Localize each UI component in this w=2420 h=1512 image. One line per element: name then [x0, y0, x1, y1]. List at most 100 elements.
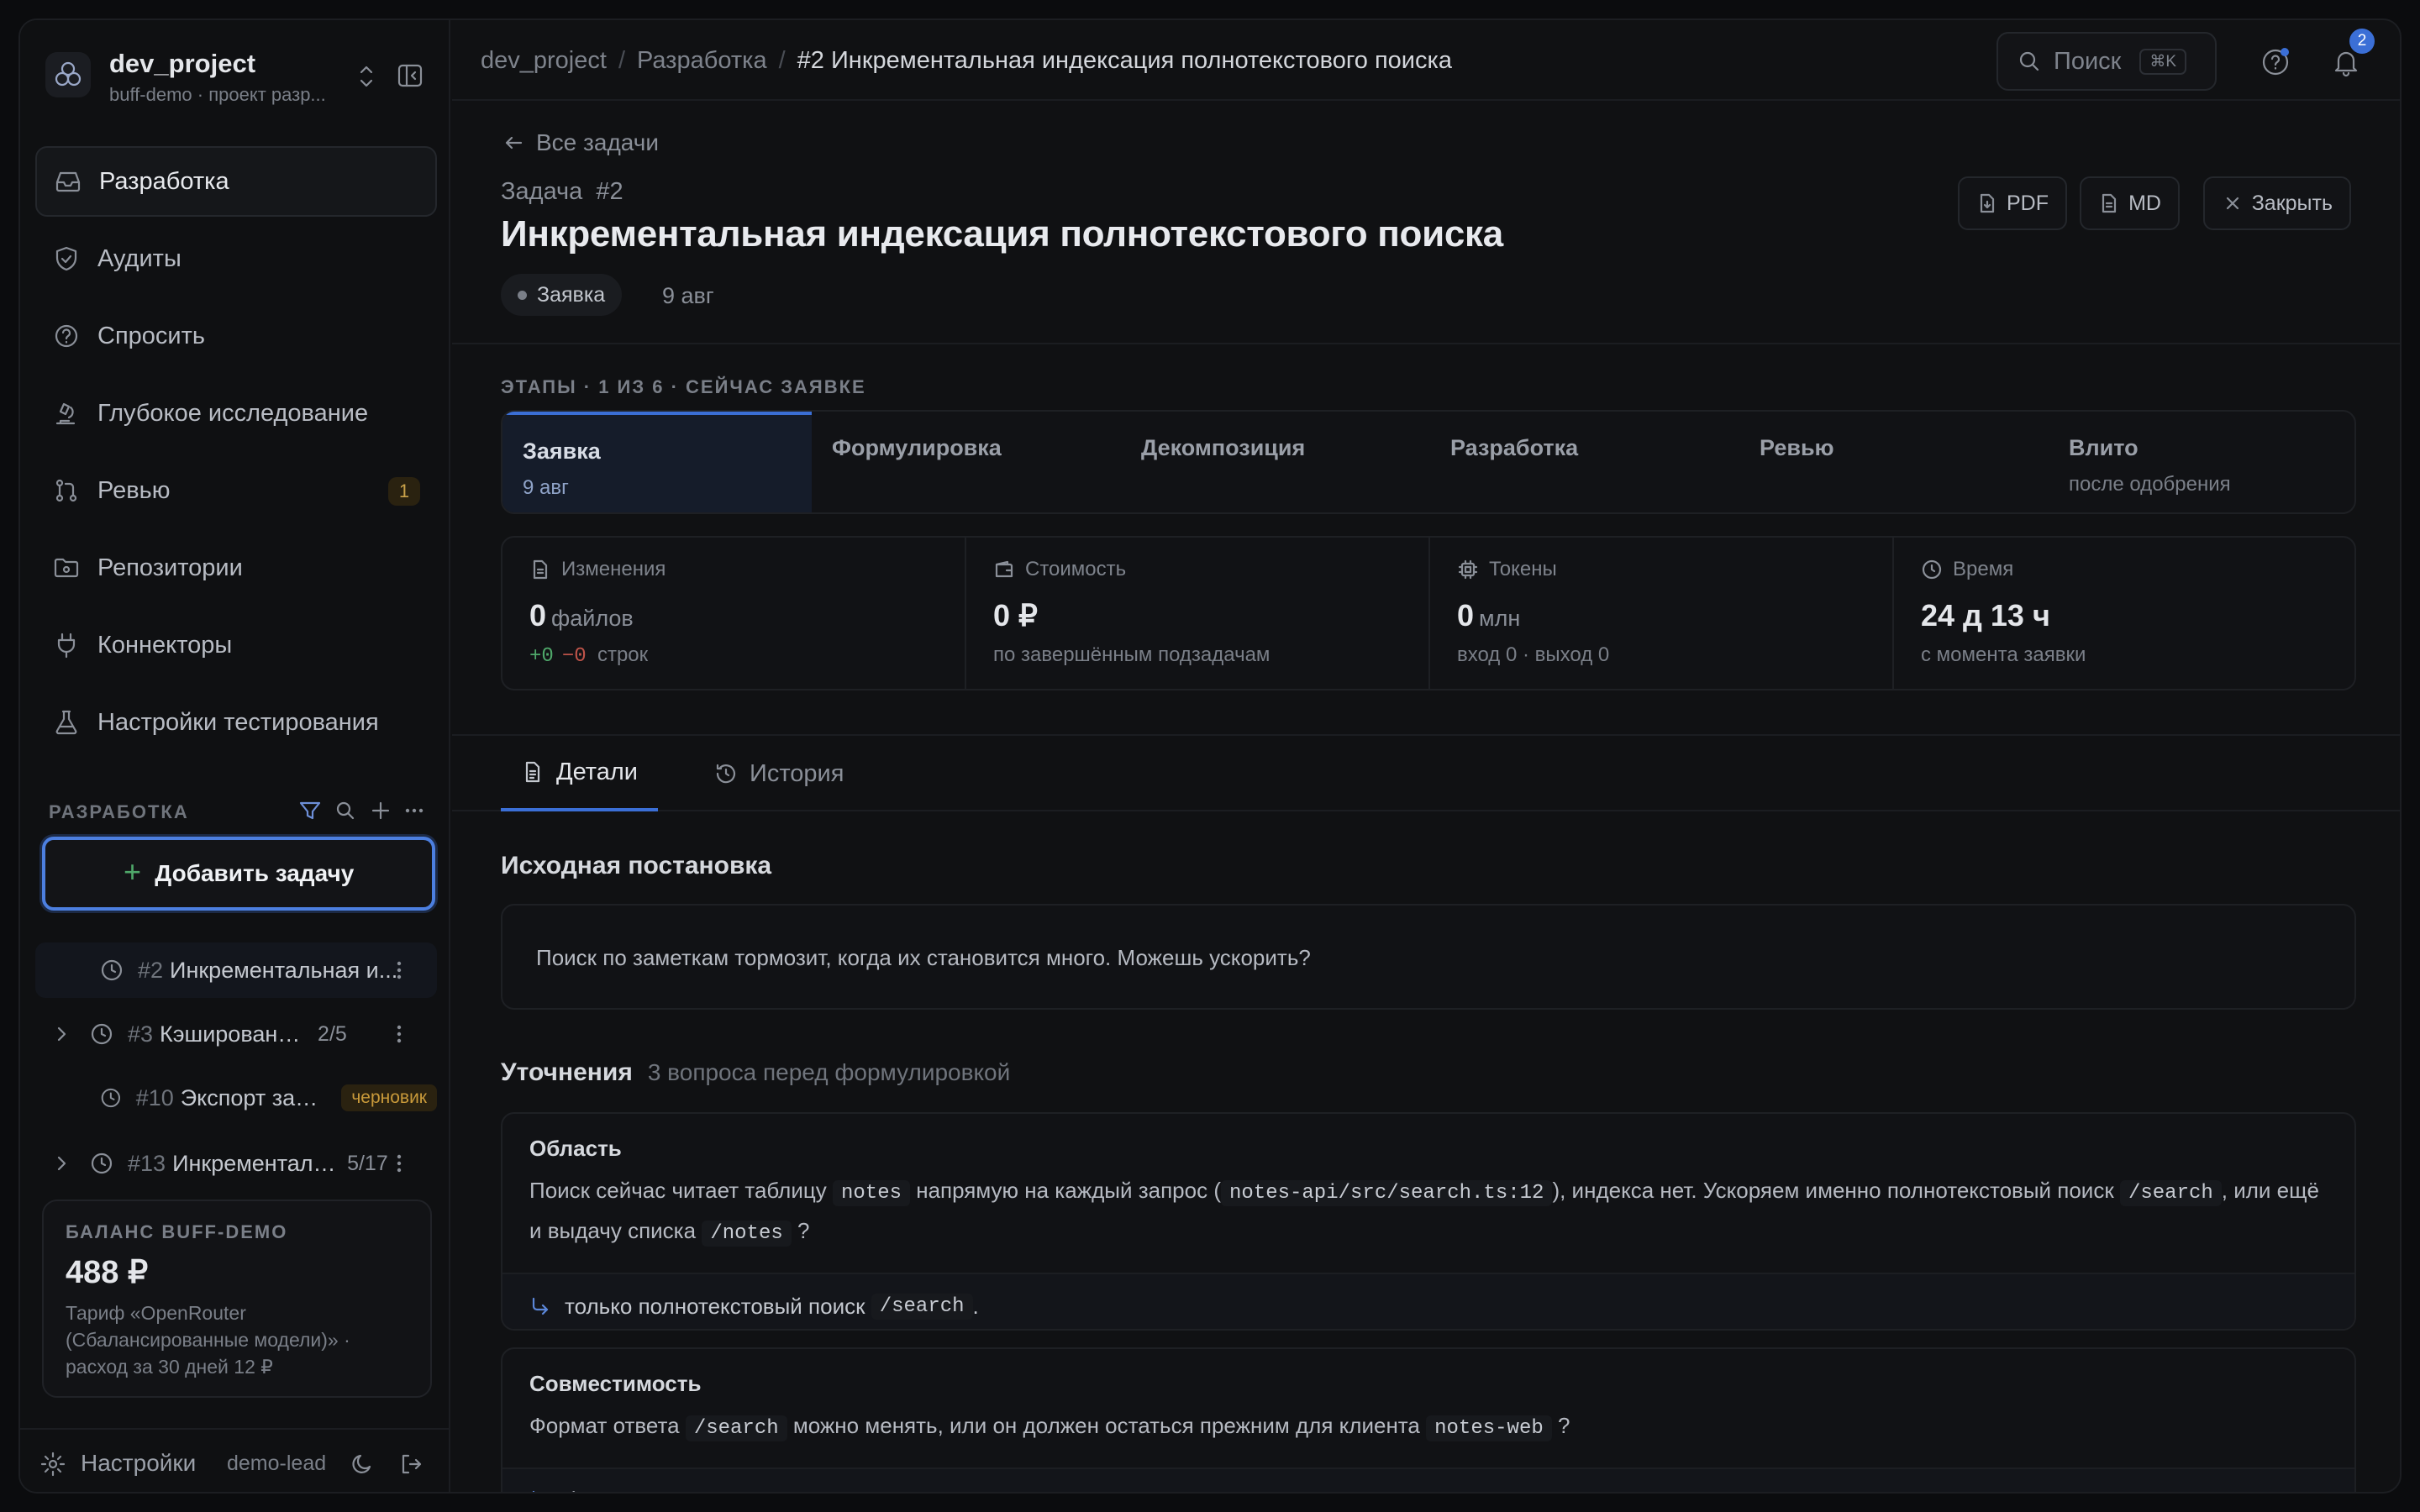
- task-title: Экспорт заме...: [180, 1084, 330, 1110]
- microscope-icon: [55, 402, 76, 425]
- export-md-button[interactable]: MD: [2080, 176, 2180, 230]
- search-icon[interactable]: [333, 798, 358, 823]
- stage-decomposition[interactable]: Декомпозиция: [1121, 412, 1430, 512]
- sidebar-item-review[interactable]: Ревью 1: [35, 455, 437, 526]
- status-badge: Заявка: [501, 274, 623, 316]
- file-download-icon: [1980, 193, 1995, 213]
- add-task-button[interactable]: + Добавить задачу: [42, 837, 435, 911]
- more-vertical-icon[interactable]: [387, 958, 412, 983]
- plus-icon[interactable]: [368, 798, 393, 823]
- tabs-bar: Детали История: [452, 734, 2400, 811]
- sidebar-item-label: Ревью: [97, 476, 171, 504]
- close-icon: [2226, 197, 2238, 210]
- main-panel: dev_project / Разработка / #2 Инкрементальна…: [452, 20, 2400, 1492]
- help-button[interactable]: [2260, 47, 2291, 77]
- logout-icon[interactable]: [398, 1452, 424, 1477]
- stages-label: ЭТАПЫ · 1 ИЗ 6 · СЕЙЧАС ЗАЯВКЕ: [501, 376, 866, 397]
- clock-icon: [101, 959, 123, 981]
- moon-icon[interactable]: [350, 1452, 375, 1477]
- sidebar-item-label: Разработка: [99, 167, 229, 195]
- review-count-badge: 1: [388, 477, 420, 506]
- stage-formulation[interactable]: Формулировка: [812, 412, 1121, 512]
- topbar: dev_project / Разработка / #2 Инкрементальна…: [452, 20, 2400, 101]
- corner-down-right-icon: [532, 1490, 535, 1492]
- question-title: Область: [529, 1136, 622, 1161]
- sidebar-item-repositories[interactable]: Репозитории: [35, 533, 437, 603]
- search-box[interactable]: Поиск ⌘K: [1996, 32, 2217, 91]
- project-logo[interactable]: [45, 52, 91, 97]
- question-body: Поиск сейчас читает таблицу notes напрям…: [529, 1178, 2319, 1247]
- chevron-right-icon: [57, 1156, 66, 1171]
- plug-icon: [57, 633, 76, 659]
- arrow-left-icon: [505, 136, 523, 150]
- git-pull-request-icon: [55, 479, 77, 502]
- original-statement-box: Поиск по заметкам тормозит, когда их ста…: [501, 904, 2356, 1010]
- sidebar-item-deep-research[interactable]: Глубокое исследование: [35, 378, 437, 449]
- collapse-sidebar-icon[interactable]: [397, 62, 424, 89]
- stage-request[interactable]: Заявка 9 авг: [502, 412, 812, 512]
- task-item[interactable]: #13 Инкременталь... 5/17: [35, 1136, 437, 1191]
- task-title: Кэширование от...: [160, 1021, 308, 1047]
- clock-icon: [1922, 559, 1942, 580]
- task-title: Инкрементальная и...: [170, 957, 398, 983]
- sidebar-item-test-settings[interactable]: Настройки тестирования: [35, 687, 437, 758]
- balance-card: БАЛАНС BUFF-DEMO 488 ₽ Тариф «OpenRouter…: [42, 1200, 432, 1398]
- task-item[interactable]: #10 Экспорт заме... черновик: [35, 1070, 437, 1126]
- created-date: 9 авг: [662, 283, 714, 308]
- username: demo-lead: [227, 1452, 327, 1475]
- breadcrumb: dev_project / Разработка / #2 Инкрементальна…: [481, 47, 1452, 74]
- sidebar-item-development[interactable]: Разработка: [35, 146, 437, 217]
- history-icon: [716, 764, 736, 784]
- breadcrumb-section[interactable]: Разработка: [637, 47, 767, 74]
- notification-badge: 2: [2349, 29, 2375, 54]
- task-progress: 5/17: [347, 1151, 388, 1175]
- original-statement-text: Поиск по заметкам тормозит, когда их ста…: [536, 945, 1311, 970]
- file-text-icon: [525, 761, 540, 783]
- question-answer: только полнотекстовый поиск /search.: [502, 1273, 2354, 1329]
- draft-badge: черновик: [341, 1084, 437, 1111]
- stage-development[interactable]: Разработка: [1430, 412, 1739, 512]
- clock-icon: [91, 1023, 113, 1045]
- divider: [452, 343, 2400, 344]
- tab-history[interactable]: История: [694, 736, 864, 811]
- task-item[interactable]: #2 Инкрементальная и...: [35, 942, 437, 998]
- metric-changes: Изменения 0 файлов +0 −0 строк: [502, 538, 966, 689]
- project-name[interactable]: dev_project: [109, 49, 255, 79]
- project-logo-icon: [55, 61, 82, 87]
- page-title: Инкрементальная индексация полнотекстово…: [501, 213, 1503, 255]
- more-vertical-icon[interactable]: [387, 1151, 412, 1176]
- corner-down-right-icon: [532, 1297, 549, 1315]
- wallet-icon: [995, 560, 1013, 578]
- chevron-up-down-icon[interactable]: [355, 62, 378, 91]
- sidebar-item-ask[interactable]: Спросить: [35, 301, 437, 371]
- file-icon: [533, 559, 548, 580]
- stage-merged[interactable]: Влито после одобрения: [2049, 412, 2354, 512]
- task-item[interactable]: #3 Кэширование от... 2/5: [35, 1006, 437, 1062]
- close-task-button[interactable]: Закрыть: [2202, 176, 2351, 230]
- search-label: Поиск: [2054, 47, 2122, 75]
- breadcrumb-project[interactable]: dev_project: [481, 47, 607, 74]
- gear-icon[interactable]: [39, 1450, 67, 1478]
- more-horizontal-icon[interactable]: [402, 798, 427, 823]
- more-vertical-icon[interactable]: [387, 1021, 412, 1047]
- folder-git-icon: [54, 558, 79, 578]
- stages-bar: Заявка 9 авг Формулировка Декомпозиция Ра…: [501, 410, 2356, 514]
- chevron-right-icon: [57, 1026, 66, 1042]
- tab-details[interactable]: Детали: [501, 736, 659, 811]
- settings-link[interactable]: Настройки: [81, 1450, 196, 1477]
- back-link[interactable]: Все задачи: [501, 129, 659, 156]
- task-number: #3: [128, 1021, 154, 1047]
- metric-tokens: Токены 0 млн вход 0 · выход 0: [1430, 538, 1894, 689]
- clock-icon: [91, 1152, 113, 1174]
- filter-icon[interactable]: [297, 798, 323, 823]
- sidebar: dev_project buff-demo · проект разр... Р…: [20, 20, 450, 1492]
- stage-review[interactable]: Ревью: [1739, 412, 2049, 512]
- export-pdf-button[interactable]: PDF: [1958, 176, 2067, 230]
- question-body: Формат ответа /search можно менять, или …: [529, 1413, 1570, 1441]
- notifications-button[interactable]: 2: [2331, 29, 2375, 77]
- task-label: Задача #2: [501, 178, 623, 205]
- cpu-icon: [1458, 559, 1478, 580]
- sidebar-item-audits[interactable]: Аудиты: [35, 223, 437, 294]
- sidebar-item-connectors[interactable]: Коннекторы: [35, 610, 437, 680]
- inbox-icon: [55, 171, 81, 192]
